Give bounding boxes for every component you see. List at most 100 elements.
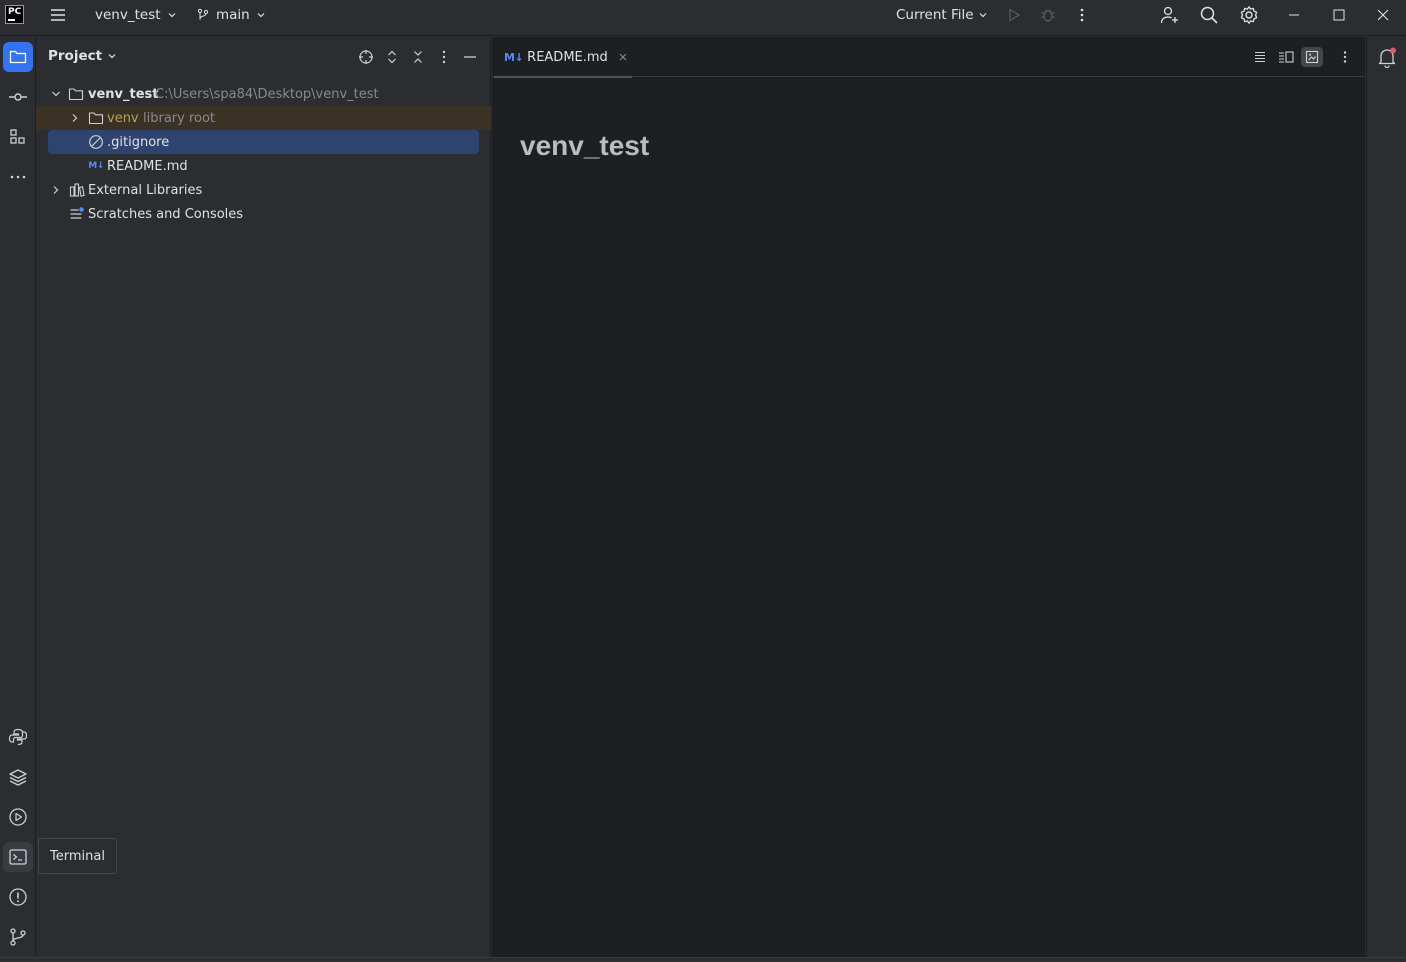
gear-icon	[1240, 6, 1258, 24]
scratches-label: Scratches and Consoles	[88, 206, 244, 222]
more-icon	[10, 175, 26, 179]
problems-icon	[9, 888, 27, 906]
left-tool-stripe	[0, 37, 36, 957]
python-console-icon	[8, 728, 28, 746]
commit-tool-button[interactable]	[3, 82, 33, 112]
terminal-tool-button[interactable]	[3, 842, 33, 872]
services-icon	[9, 808, 27, 826]
more-tool-windows-button[interactable]	[3, 162, 33, 192]
markdown-file-icon: M↓	[88, 161, 104, 171]
add-user-icon	[1160, 6, 1178, 24]
tree-node-venv[interactable]: venv library root	[36, 106, 491, 130]
main-menu-button[interactable]	[48, 0, 68, 30]
project-view-selector[interactable]: Project	[48, 48, 117, 64]
close-icon	[1377, 9, 1389, 21]
editor-and-preview-button[interactable]	[1275, 47, 1297, 67]
minimize-icon	[1289, 14, 1299, 16]
gitignore-file-name: .gitignore	[107, 134, 170, 150]
notifications-button[interactable]	[1376, 46, 1398, 68]
services-tool-button[interactable]	[3, 802, 33, 832]
more-vert-icon	[1080, 8, 1084, 22]
layers-icon	[9, 769, 27, 786]
minimize-icon	[464, 56, 476, 58]
tree-node-readme[interactable]: M↓ README.md	[36, 154, 491, 178]
scratches-icon	[69, 206, 85, 222]
search-everywhere-button[interactable]	[1199, 0, 1219, 30]
folder-icon	[9, 50, 27, 64]
preview-only-button[interactable]	[1301, 47, 1323, 67]
markdown-preview-heading: venv_test	[520, 130, 650, 161]
venv-folder-suffix: library root	[143, 110, 216, 126]
project-tool-button[interactable]	[3, 42, 33, 72]
settings-button[interactable]	[1239, 0, 1259, 30]
chevron-down-icon	[979, 13, 987, 18]
tree-node-root[interactable]: venv_test C:\Users\spa84\Desktop\venv_te…	[36, 82, 491, 106]
git-icon	[10, 928, 26, 946]
right-tool-stripe	[1366, 37, 1406, 957]
problems-tool-button[interactable]	[3, 882, 33, 912]
more-actions-button[interactable]	[1074, 0, 1090, 30]
chevron-right-icon[interactable]	[69, 112, 81, 124]
debug-button[interactable]	[1040, 0, 1056, 30]
crosshair-icon	[359, 50, 373, 64]
run-button[interactable]	[1006, 0, 1022, 30]
split-view-icon	[1279, 51, 1294, 63]
code-with-me-button[interactable]	[1160, 0, 1180, 30]
preview-icon	[1305, 50, 1319, 64]
debug-icon	[1041, 9, 1055, 22]
title-bar: PC venv_test main Current File	[0, 0, 1406, 36]
close-window-button[interactable]	[1376, 0, 1390, 30]
ignored-file-icon	[88, 134, 104, 150]
status-bar	[0, 957, 1406, 962]
branch-selector[interactable]: main	[196, 0, 266, 30]
editor-tab-bar: M↓ README.md	[492, 37, 1365, 78]
collapse-all-button[interactable]	[410, 49, 426, 65]
project-options-button[interactable]	[436, 49, 452, 65]
tooltip-text: Terminal	[50, 848, 105, 864]
root-folder-name: venv_test	[88, 86, 159, 102]
tab-readme[interactable]: M↓ README.md	[494, 37, 632, 78]
branch-name: main	[216, 7, 250, 23]
more-vert-icon	[442, 50, 446, 64]
expand-all-button[interactable]	[384, 49, 400, 65]
tree-node-scratches[interactable]: Scratches and Consoles	[36, 202, 491, 226]
maximize-window-button[interactable]	[1332, 0, 1346, 30]
project-name: venv_test	[95, 7, 161, 23]
expand-all-icon	[388, 50, 396, 64]
library-icon	[69, 182, 85, 198]
chevron-down-icon[interactable]	[50, 88, 62, 100]
python-packages-tool-button[interactable]	[3, 762, 33, 792]
structure-icon	[10, 129, 25, 144]
run-configuration-selector[interactable]: Current File	[896, 0, 988, 30]
project-tool-window: Project venv_test C:\Users\spa84\Desktop…	[36, 37, 491, 957]
project-panel-header: Project	[36, 37, 491, 77]
editor-only-button[interactable]	[1249, 47, 1271, 67]
terminal-icon	[9, 849, 27, 865]
terminal-tooltip: Terminal	[38, 838, 117, 874]
tab-label: README.md	[527, 49, 608, 65]
git-tool-button[interactable]	[3, 922, 33, 952]
structure-tool-button[interactable]	[3, 122, 33, 152]
editor-options-button[interactable]	[1334, 47, 1356, 67]
python-console-tool-button[interactable]	[3, 722, 33, 752]
readme-file-name: README.md	[107, 158, 188, 174]
active-tab-indicator	[494, 76, 632, 78]
folder-icon	[88, 110, 104, 126]
commit-icon	[9, 93, 27, 101]
search-icon	[1200, 6, 1218, 24]
select-opened-file-button[interactable]	[358, 49, 374, 65]
hide-panel-button[interactable]	[462, 49, 478, 65]
branch-icon	[197, 8, 209, 20]
bell-icon	[1378, 47, 1396, 68]
collapse-all-icon	[414, 51, 422, 63]
project-selector[interactable]: venv_test	[95, 0, 177, 30]
tree-node-external-libraries[interactable]: External Libraries	[36, 178, 491, 202]
tab-close-icon[interactable]	[618, 52, 628, 62]
minimize-window-button[interactable]	[1287, 0, 1301, 30]
external-libraries-label: External Libraries	[88, 182, 203, 198]
chevron-down-icon	[108, 54, 116, 59]
pycharm-logo-icon: PC	[5, 5, 24, 24]
venv-folder-name: venv	[107, 110, 139, 126]
chevron-right-icon[interactable]	[50, 184, 62, 196]
tree-node-gitignore[interactable]: .gitignore	[48, 130, 479, 154]
